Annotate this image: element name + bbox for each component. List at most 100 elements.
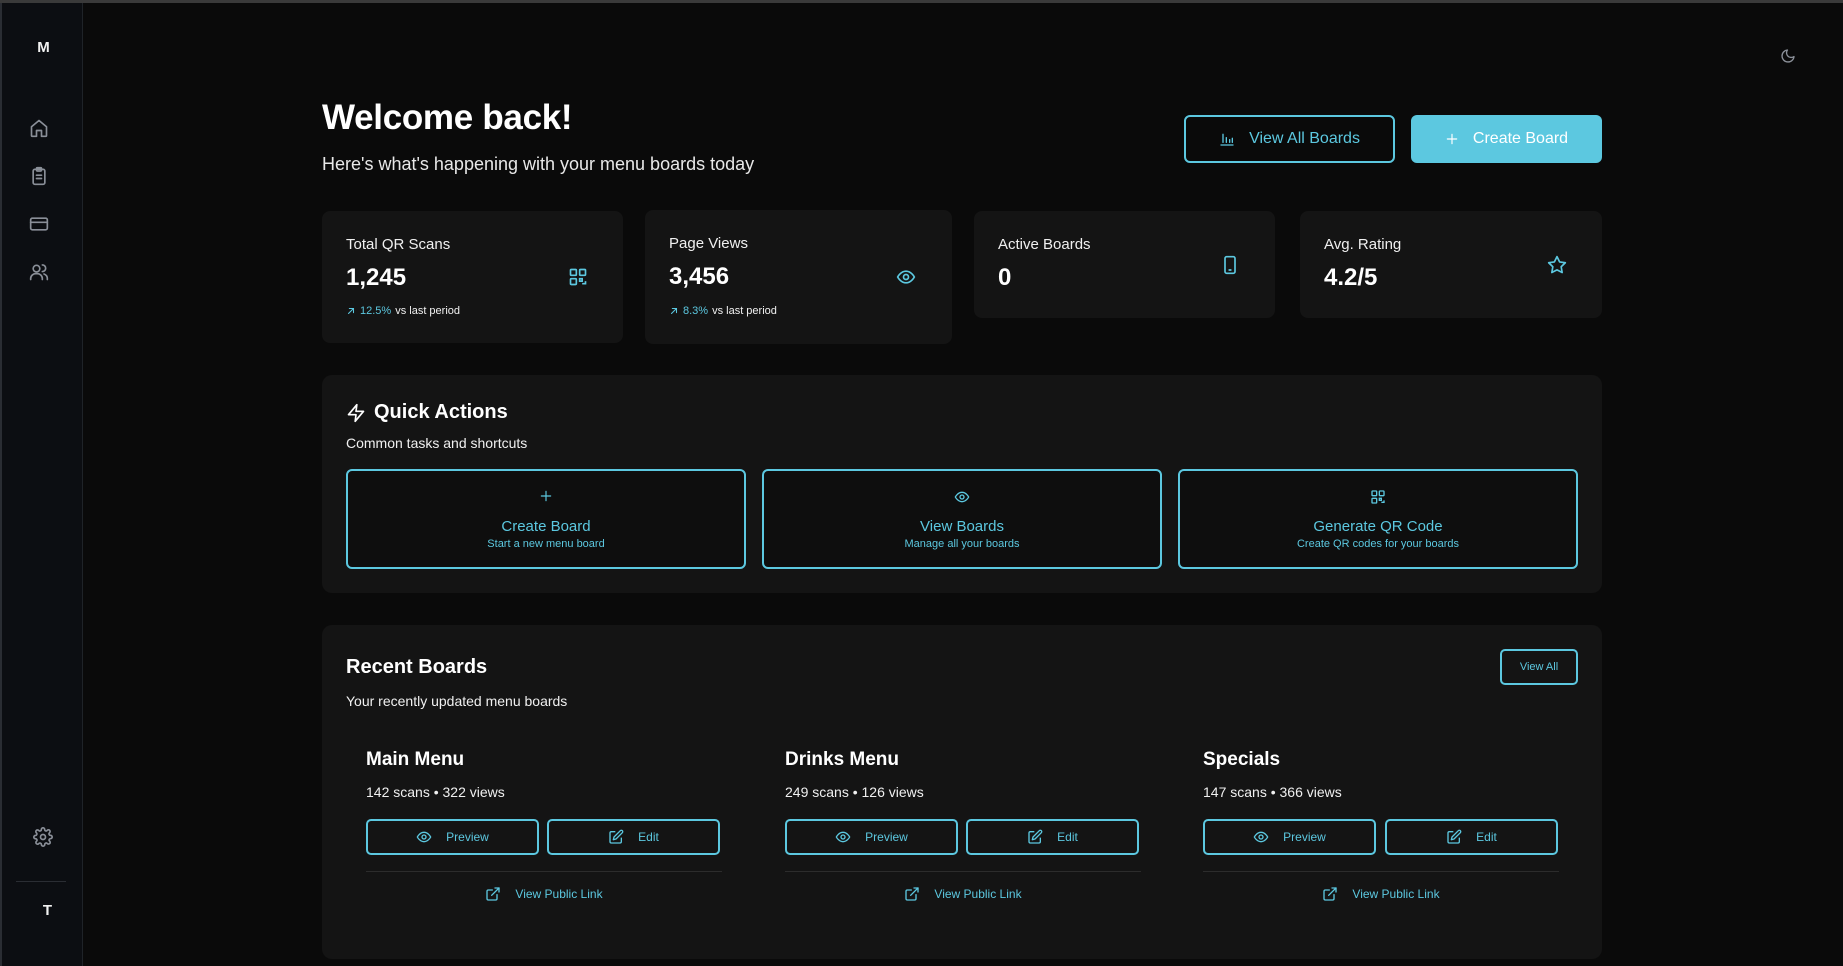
lightning-icon [347, 403, 365, 422]
sidebar-item-users[interactable] [26, 259, 52, 285]
stat-card-avg-rating: Avg. Rating 4.2/5 [1300, 211, 1602, 318]
quick-action-subtitle: Create QR codes for your boards [1296, 538, 1460, 550]
preview-button[interactable]: Preview [366, 819, 539, 855]
stat-value: 3,456 [669, 263, 730, 290]
gear-icon [33, 827, 53, 847]
preview-label: Preview [1283, 830, 1326, 844]
smartphone-icon [1218, 253, 1242, 277]
trend-suffix: vs last period [712, 305, 777, 317]
create-board-button[interactable]: Create Board [1411, 115, 1602, 163]
external-link-icon [1323, 887, 1338, 901]
sidebar-item-boards[interactable] [26, 163, 52, 189]
trend-value: 8.3% [683, 305, 709, 317]
edit-label: Edit [1476, 830, 1497, 844]
sidebar-divider [16, 881, 66, 882]
preview-button[interactable]: Preview [1203, 819, 1376, 855]
stat-value: 0 [998, 264, 1012, 291]
create-board-label: Create Board [1472, 130, 1569, 147]
view-public-link[interactable]: View Public Link [785, 886, 1141, 902]
bar-chart-icon [1220, 133, 1234, 146]
stat-card-qr-scans: Total QR Scans 1,245 12.5% vs last perio… [322, 211, 623, 343]
view-public-link-label: View Public Link [934, 887, 1022, 901]
window-top-border [0, 0, 1843, 3]
edit-icon [609, 829, 624, 844]
view-public-link[interactable]: View Public Link [366, 886, 722, 902]
plus-icon [348, 489, 744, 503]
edit-label: Edit [1057, 830, 1078, 844]
preview-label: Preview [865, 830, 908, 844]
quick-action-subtitle: Start a new menu board [487, 538, 605, 550]
view-all-button[interactable]: View All [1500, 649, 1578, 685]
moon-icon [1781, 49, 1795, 63]
board-divider [1203, 871, 1559, 872]
external-link-icon [486, 887, 501, 901]
sidebar-item-settings[interactable] [30, 824, 56, 850]
quick-action-title: Create Board [501, 518, 591, 535]
quick-actions-description: Common tasks and shortcuts [346, 435, 528, 451]
view-public-link-label: View Public Link [1352, 887, 1440, 901]
board-stats: 249 scans • 126 views [785, 784, 924, 800]
view-public-link[interactable]: View Public Link [1203, 886, 1559, 902]
eye-icon [1253, 831, 1269, 843]
edit-label: Edit [638, 830, 659, 844]
recent-boards-title: Recent Boards [346, 656, 488, 678]
stat-label: Active Boards [998, 236, 1091, 253]
plus-icon [1446, 133, 1458, 145]
edit-button[interactable]: Edit [547, 819, 720, 855]
qr-code-icon [1180, 489, 1576, 505]
board-title: Specials [1203, 749, 1281, 770]
stat-value: 1,245 [346, 264, 407, 291]
sidebar-item-billing[interactable] [26, 211, 52, 237]
board-card-main-menu: Main Menu 142 scans • 322 views Preview … [366, 745, 722, 915]
theme-toggle-button[interactable] [1775, 43, 1801, 69]
board-divider [785, 871, 1141, 872]
stat-label: Avg. Rating [1324, 236, 1402, 253]
edit-button[interactable]: Edit [966, 819, 1139, 855]
preview-button[interactable]: Preview [785, 819, 958, 855]
stat-trend: 12.5% vs last period [346, 305, 460, 317]
external-link-icon [905, 887, 920, 901]
eye-icon [764, 489, 1160, 505]
board-card-drinks-menu: Drinks Menu 249 scans • 126 views Previe… [785, 745, 1141, 915]
quick-action-view-boards[interactable]: View Boards Manage all your boards [762, 469, 1162, 569]
star-icon [1545, 253, 1569, 277]
edit-icon [1447, 829, 1462, 844]
avatar[interactable]: T [2, 902, 93, 919]
app-logo[interactable]: M [2, 39, 85, 56]
trend-value: 12.5% [360, 305, 392, 317]
quick-actions-heading: Quick Actions [374, 401, 508, 423]
clipboard-icon [32, 166, 46, 186]
view-all-boards-label: View All Boards [1249, 130, 1360, 147]
stat-label: Page Views [669, 235, 748, 252]
edit-icon [1028, 829, 1043, 844]
page-subtitle: Here's what's happening with your menu b… [322, 154, 755, 174]
credit-card-icon [29, 217, 49, 231]
edit-button[interactable]: Edit [1385, 819, 1558, 855]
arrow-up-right-icon [670, 307, 678, 315]
quick-action-generate-qr[interactable]: Generate QR Code Create QR codes for you… [1178, 469, 1578, 569]
eye-icon [416, 831, 432, 843]
page-title: Welcome back! [322, 98, 573, 137]
board-stats: 142 scans • 322 views [366, 784, 505, 800]
quick-action-title: View Boards [920, 518, 1004, 535]
preview-label: Preview [446, 830, 489, 844]
users-icon [29, 264, 49, 281]
stat-label: Total QR Scans [346, 236, 451, 253]
stat-value: 4.2/5 [1324, 264, 1378, 291]
quick-action-title: Generate QR Code [1313, 518, 1443, 535]
quick-action-create-board[interactable]: Create Board Start a new menu board [346, 469, 746, 569]
home-icon [30, 119, 48, 138]
quick-action-subtitle: Manage all your boards [904, 538, 1020, 550]
board-title: Drinks Menu [785, 749, 900, 770]
board-card-specials: Specials 147 scans • 366 views Preview E… [1203, 745, 1559, 915]
recent-boards-description: Your recently updated menu boards [346, 693, 568, 709]
eye-icon [835, 831, 851, 843]
board-stats: 147 scans • 366 views [1203, 784, 1342, 800]
trend-suffix: vs last period [395, 305, 461, 317]
view-all-boards-button[interactable]: View All Boards [1184, 115, 1395, 163]
arrow-up-right-icon [347, 307, 355, 315]
sidebar-item-home[interactable] [26, 115, 52, 141]
view-public-link-label: View Public Link [515, 887, 603, 901]
board-title: Main Menu [366, 749, 465, 770]
qr-code-icon [566, 265, 590, 289]
